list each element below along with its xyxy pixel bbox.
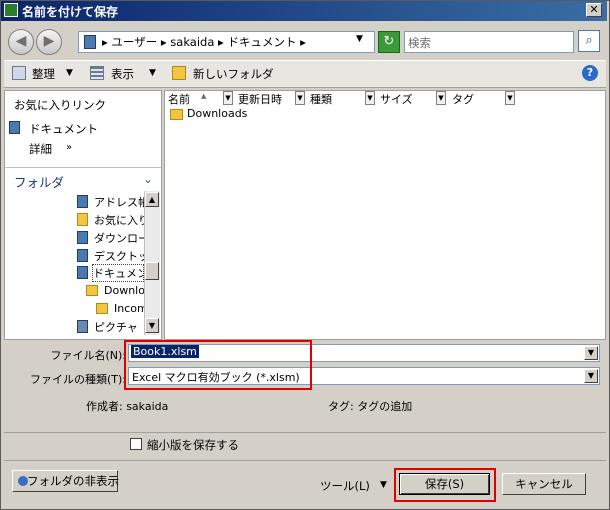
documents-folder-icon <box>84 35 96 49</box>
divider <box>4 432 606 433</box>
column-header-name[interactable]: 名前 <box>168 91 228 106</box>
documents-icon <box>9 121 20 134</box>
filename-dropdown-icon[interactable]: ▼ <box>584 346 598 360</box>
scroll-down-arrow-icon[interactable]: ▼ <box>145 318 159 333</box>
author-field[interactable]: 作成者: sakaida <box>86 398 168 414</box>
new-folder-icon <box>172 66 186 80</box>
hide-folders-label: フォルダの非表示 <box>27 474 119 488</box>
chevron-down-icon[interactable]: ▼ <box>380 480 387 490</box>
sort-indicator-icon: ▲ <box>201 92 207 100</box>
list-item[interactable]: Downloads <box>187 107 247 120</box>
chevron-down-icon[interactable]: ▼ <box>66 68 73 78</box>
filetype-dropdown-icon[interactable]: ▼ <box>584 369 598 383</box>
favorite-link-documents[interactable]: ドキュメント <box>29 121 98 137</box>
contacts-icon <box>77 195 88 208</box>
help-icon[interactable]: ? <box>582 65 598 81</box>
tree-item[interactable]: Incoming <box>114 302 144 315</box>
back-button[interactable]: ◀ <box>8 29 34 55</box>
filename-label: ファイル名(N): <box>50 349 126 362</box>
highlight-annotation <box>124 340 312 390</box>
scroll-thumb[interactable] <box>145 262 159 280</box>
collapse-up-icon <box>18 476 28 486</box>
search-icon[interactable]: ⌕ <box>578 30 600 52</box>
scroll-up-arrow-icon[interactable]: ▲ <box>145 192 159 207</box>
folder-icon <box>96 303 108 314</box>
column-dropdown-icon[interactable]: ▼ <box>223 91 233 105</box>
folder-icon <box>170 109 183 120</box>
column-dropdown-icon[interactable]: ▼ <box>436 91 446 105</box>
tree-item[interactable]: お気に入り <box>94 212 144 228</box>
search-placeholder: 検索 <box>408 36 431 50</box>
views-button[interactable]: 表示 <box>111 66 134 82</box>
details-link[interactable]: 詳細 <box>29 141 52 157</box>
column-dropdown-icon[interactable]: ▼ <box>505 91 515 105</box>
forward-button[interactable]: ▶ <box>36 29 62 55</box>
organize-button[interactable]: 整理 <box>32 66 55 82</box>
address-dropdown-icon[interactable]: ▼ <box>356 34 363 44</box>
tools-button[interactable]: ツール(L) <box>320 478 370 494</box>
documents-icon <box>77 266 88 279</box>
refresh-button[interactable]: ↻ <box>378 31 400 53</box>
tree-item[interactable]: ダウンロード <box>94 230 144 246</box>
tree-item[interactable]: デスクトップ <box>94 248 144 264</box>
close-button[interactable]: ✕ <box>586 3 602 17</box>
tree-item[interactable]: ピクチャ <box>94 319 144 335</box>
tags-field[interactable]: タグ: タグの追加 <box>328 398 412 414</box>
views-icon <box>90 66 104 80</box>
favorites-heading: お気に入りリンク <box>14 98 106 112</box>
cancel-button[interactable]: キャンセル <box>502 473 586 495</box>
tree-item[interactable]: Downloads <box>104 284 144 297</box>
save-thumbnail-label[interactable]: 縮小版を保存する <box>147 437 239 453</box>
pictures-icon <box>77 320 88 333</box>
file-list <box>164 90 606 340</box>
favorites-icon <box>77 213 88 226</box>
tree-item[interactable]: アドレス帳 <box>94 194 144 210</box>
column-dropdown-icon[interactable]: ▼ <box>365 91 375 105</box>
organize-icon <box>12 66 26 80</box>
column-header-type[interactable]: 種類 <box>310 91 368 106</box>
chevron-down-icon[interactable]: ⌄ <box>143 172 153 186</box>
excel-app-icon <box>4 3 18 17</box>
new-folder-button[interactable]: 新しいフォルダ <box>193 66 274 82</box>
save-thumbnail-checkbox[interactable] <box>130 438 142 450</box>
save-button[interactable]: 保存(S) <box>399 473 490 495</box>
chevron-down-icon[interactable]: ▼ <box>149 68 156 78</box>
divider <box>4 460 606 461</box>
window-title: 名前を付けて保存 <box>22 5 119 19</box>
column-header-size[interactable]: サイズ <box>380 91 444 106</box>
downloads-icon <box>77 231 88 244</box>
breadcrumb[interactable]: ▸ ユーザー ▸ sakaida ▸ ドキュメント ▸ <box>102 34 306 50</box>
column-dropdown-icon[interactable]: ▼ <box>295 91 305 105</box>
folder-icon <box>86 285 98 296</box>
desktop-icon <box>77 249 88 262</box>
double-chevron-icon[interactable]: » <box>66 142 72 153</box>
filetype-label: ファイルの種類(T): <box>29 373 126 386</box>
tree-item-selected[interactable]: ドキュメント <box>92 264 144 282</box>
folders-heading[interactable]: フォルダ <box>14 172 64 191</box>
column-header-tags[interactable]: タグ <box>452 91 510 106</box>
